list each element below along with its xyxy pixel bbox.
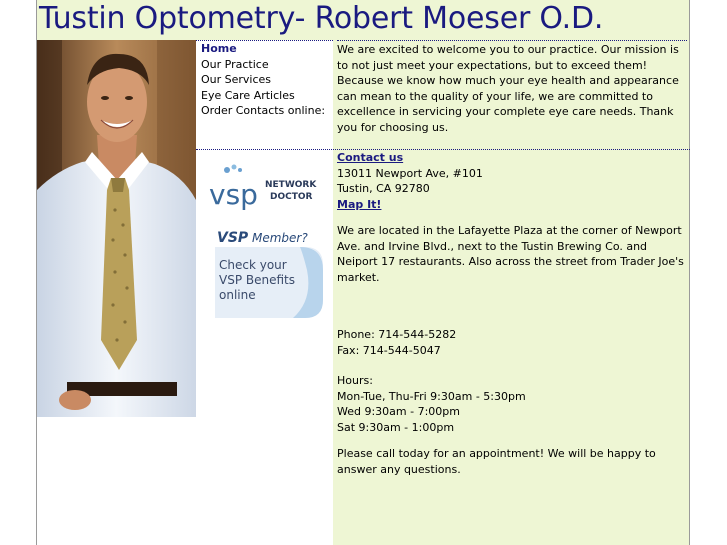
nav-order-contacts[interactable]: Order Contacts online: — [196, 103, 333, 119]
address-line-2: Tustin, CA 92780 — [337, 182, 430, 195]
location-text: We are located in the Lafayette Plaza at… — [337, 224, 684, 284]
main-nav: Home Our Practice Our Services Eye Care … — [196, 40, 333, 149]
header: Tustin Optometry- Robert Moeser O.D. — [37, 0, 689, 40]
nav-eye-care-articles[interactable]: Eye Care Articles — [196, 88, 333, 104]
nav-our-practice[interactable]: Our Practice — [196, 57, 333, 73]
benefits-line-3: online — [219, 288, 256, 302]
vsp-logo-icon: vsp NETWORK DOCTOR — [209, 164, 317, 211]
nav-home[interactable]: Home — [196, 41, 333, 57]
appointment-cta: Please call today for an appointment! We… — [337, 447, 656, 476]
welcome-text: We are excited to welcome you to our pra… — [337, 40, 687, 149]
hours-label: Hours: — [337, 374, 373, 387]
hours-line: Wed 9:30am - 7:00pm — [337, 405, 460, 418]
benefits-line-1: Check your — [219, 258, 287, 272]
address-line-1: 13011 Newport Ave, #101 — [337, 166, 483, 180]
benefits-line-2: VSP Benefits — [219, 273, 295, 287]
vsp-member-title: VSP — [217, 230, 249, 246]
map-it-link[interactable]: Map It! — [337, 198, 381, 211]
fax-text: Fax: 714-544-5047 — [337, 343, 441, 357]
hours-line: Mon-Tue, Thu-Fri 9:30am - 5:30pm — [337, 389, 526, 403]
vsp-logo-text: vsp — [209, 178, 258, 211]
page-title: Tustin Optometry- Robert Moeser O.D. — [39, 1, 604, 36]
doctor-label: DOCTOR — [270, 192, 313, 202]
vsp-benefits-banner[interactable]: vsp NETWORK DOCTOR VSP Member? Check you… — [205, 160, 325, 325]
network-label: NETWORK — [265, 180, 317, 190]
vsp-member-suffix: Member? — [252, 231, 308, 245]
contact-section: Contact us 13011 Newport Ave, #101 Tusti… — [337, 150, 689, 477]
nav-our-services[interactable]: Our Services — [196, 72, 333, 88]
contact-us-link[interactable]: Contact us — [337, 151, 403, 164]
phone-text: Phone: 714-544-5282 — [337, 328, 457, 341]
hours-line: Sat 9:30am - 1:00pm — [337, 420, 455, 434]
doctor-photo — [37, 40, 196, 417]
